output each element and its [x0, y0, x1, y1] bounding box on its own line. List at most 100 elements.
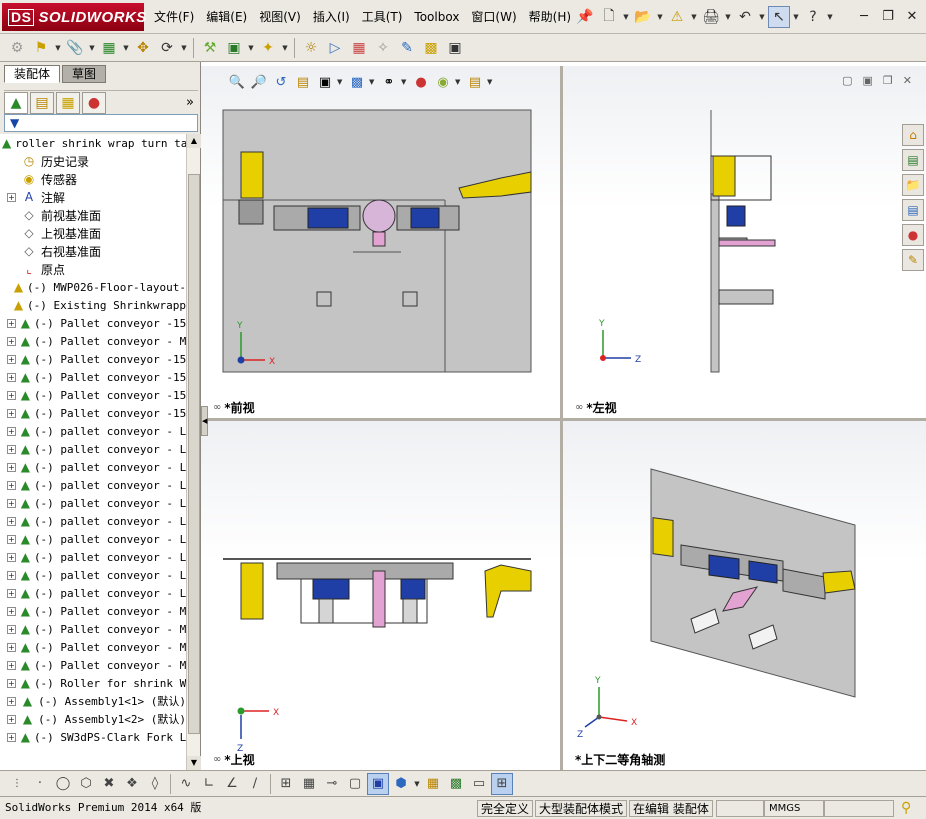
- tree-item[interactable]: + ▲ (-) pallet conveyor - Lo: [0, 584, 186, 602]
- trim-icon[interactable]: ✖: [98, 773, 120, 795]
- property-manager-icon[interactable]: ▤: [30, 91, 54, 114]
- construction-line-icon[interactable]: ∕: [244, 773, 266, 795]
- chevron-down-icon[interactable]: ▼: [622, 6, 630, 28]
- tree-root[interactable]: ▲ roller shrink wrap turn tab: [0, 134, 186, 152]
- select-arrow-icon[interactable]: ↖: [768, 6, 790, 28]
- tree-item[interactable]: + ▲ (-) Pallet conveyor -156: [0, 350, 186, 368]
- status-units[interactable]: MMGS: [764, 800, 824, 817]
- display-manager-icon[interactable]: ●: [82, 91, 106, 114]
- expand-icon[interactable]: +: [7, 408, 16, 418]
- snapshot-icon[interactable]: ▣: [444, 37, 466, 59]
- chevron-down-icon[interactable]: ▼: [180, 37, 188, 59]
- close-icon[interactable]: ✕: [904, 8, 920, 24]
- viewport-left[interactable]: Z Y ∞ *左视 ▢ ▣ ❐ ✕: [563, 66, 926, 418]
- mate-icon[interactable]: 📎: [64, 37, 86, 59]
- restore-icon[interactable]: ❐: [880, 8, 896, 24]
- expand-icon[interactable]: +: [7, 552, 16, 562]
- tree-item[interactable]: + ▲ (-) Pallet conveyor - Mo: [0, 620, 186, 638]
- expand-icon[interactable]: +: [7, 642, 16, 652]
- scroll-thumb[interactable]: [188, 174, 200, 734]
- tree-item[interactable]: + ▲ (-) Pallet conveyor -156: [0, 314, 186, 332]
- tree-item[interactable]: + ▲ (-) pallet conveyor - Lo: [0, 440, 186, 458]
- menu-toolbox[interactable]: Toolbox: [408, 6, 465, 28]
- expand-icon[interactable]: +: [7, 714, 16, 724]
- quick-tips-icon[interactable]: ⚲: [898, 800, 914, 817]
- tree-item[interactable]: + ▲ (-) Pallet conveyor - Mo: [0, 656, 186, 674]
- zoom-to-fit-icon[interactable]: 🔍: [227, 72, 247, 92]
- solidworks-logo[interactable]: DS SOLIDWORKS: [2, 3, 146, 31]
- panel-collapse-handle[interactable]: ◀: [201, 406, 208, 436]
- print-icon[interactable]: 🖨: [700, 6, 722, 28]
- menu-insert[interactable]: 插入(I): [307, 6, 356, 28]
- chevron-down-icon[interactable]: ▼: [758, 6, 766, 28]
- insert-components-icon[interactable]: ⚙: [6, 37, 28, 59]
- expand-icon[interactable]: +: [7, 498, 16, 508]
- circle-icon[interactable]: ◯: [52, 773, 74, 795]
- viewport-top[interactable]: X Z ∞ *上视: [201, 421, 560, 770]
- appearances-icon[interactable]: ●: [902, 224, 924, 246]
- viewport-front[interactable]: X Y ∞ *前视 🔍 🔎 ↺ ▤ ▣ ▼ ▩ ▼ ⚭ ▼ ● ◉ ▼ ▤ ▼: [201, 66, 560, 418]
- tree-item[interactable]: + ▲ (-) SW3dPS-Clark Fork Li: [0, 728, 186, 746]
- tree-item[interactable]: + ▲ (-) pallet conveyor - Lo: [0, 512, 186, 530]
- tree-item[interactable]: + ▲ (-) Pallet conveyor -156: [0, 404, 186, 422]
- chevron-down-icon[interactable]: ▼: [413, 773, 421, 795]
- chevron-down-icon[interactable]: ▼: [487, 78, 495, 86]
- expand-icon[interactable]: +: [7, 660, 16, 670]
- tab-sketch[interactable]: 草图: [62, 65, 107, 83]
- tree-item[interactable]: + A 注解: [0, 188, 186, 206]
- menu-tools[interactable]: 工具(T): [356, 6, 409, 28]
- mirror-icon[interactable]: ❖: [121, 773, 143, 795]
- linear-pattern-icon[interactable]: ▦: [98, 37, 120, 59]
- link-views-icon[interactable]: ∞: [213, 754, 221, 765]
- expand-icon[interactable]: +: [7, 390, 16, 400]
- scroll-down-icon[interactable]: ▼: [187, 756, 201, 770]
- chevron-down-icon[interactable]: ▼: [401, 78, 409, 86]
- feature-manager-icon[interactable]: ▲: [4, 91, 28, 114]
- assembly-features-icon[interactable]: ✦: [257, 37, 279, 59]
- tree-item[interactable]: + ▲ (-) Roller for shrink Wr: [0, 674, 186, 692]
- expand-icon[interactable]: +: [7, 426, 16, 436]
- expand-icon[interactable]: +: [7, 516, 16, 526]
- reference-geometry-icon[interactable]: ☼: [300, 37, 322, 59]
- menu-view[interactable]: 视图(V): [253, 6, 307, 28]
- design-library-icon[interactable]: ▤: [902, 149, 924, 171]
- bill-of-materials-icon[interactable]: ▦: [348, 37, 370, 59]
- viewport-restore-icon[interactable]: ❐: [883, 74, 893, 87]
- expand-icon[interactable]: +: [7, 732, 16, 742]
- link-views-icon[interactable]: ∞: [575, 402, 583, 413]
- chevron-down-icon[interactable]: ▼: [54, 37, 62, 59]
- expand-icon[interactable]: +: [7, 606, 16, 616]
- tree-item[interactable]: + ▲ (-) Assembly1<2> (默认): [0, 710, 186, 728]
- expand-icon[interactable]: +: [7, 480, 16, 490]
- tree-item[interactable]: ◉ 传感器: [0, 170, 186, 188]
- undo-icon[interactable]: ↶: [734, 6, 756, 28]
- appearance-icon[interactable]: ▩: [445, 773, 467, 795]
- chevron-down-icon[interactable]: ▼: [455, 78, 463, 86]
- rebuild-warning-icon[interactable]: ⚠: [666, 6, 688, 28]
- expand-icon[interactable]: +: [7, 588, 16, 598]
- view-palette-icon[interactable]: ▤: [902, 199, 924, 221]
- pin-icon[interactable]: 📌: [574, 6, 596, 28]
- show-hidden-icon[interactable]: ▣: [223, 37, 245, 59]
- tree-item[interactable]: ▲ (-) MWP026-Floor-layout-: [0, 278, 186, 296]
- expand-icon[interactable]: +: [7, 192, 16, 202]
- exploded-view-icon[interactable]: ✧: [372, 37, 394, 59]
- link-views-icon[interactable]: ∞: [213, 402, 221, 413]
- offset-icon[interactable]: ◊: [144, 773, 166, 795]
- tree-item[interactable]: ▲ (-) Existing Shrinkwrapp: [0, 296, 186, 314]
- help-question-icon[interactable]: ?: [802, 6, 824, 28]
- viewport-close-icon[interactable]: ✕: [903, 74, 912, 87]
- tree-item[interactable]: + ▲ (-) pallet conveyor - Lo: [0, 530, 186, 548]
- chevron-down-icon[interactable]: ▼: [826, 6, 834, 28]
- graphics-area[interactable]: X Y ∞ *前视 🔍 🔎 ↺ ▤ ▣ ▼ ▩ ▼ ⚭ ▼ ● ◉ ▼ ▤ ▼: [201, 62, 926, 770]
- expand-icon[interactable]: +: [7, 354, 16, 364]
- chevron-down-icon[interactable]: ▼: [247, 37, 255, 59]
- expand-icon[interactable]: +: [7, 624, 16, 634]
- file-explorer-icon[interactable]: 📁: [902, 174, 924, 196]
- panel-more-button[interactable]: »: [186, 95, 198, 110]
- polygon-icon[interactable]: ⬡: [75, 773, 97, 795]
- tree-filter-field[interactable]: ▼: [4, 114, 198, 132]
- new-part-icon[interactable]: ⚑: [30, 37, 52, 59]
- tree-item[interactable]: ◇ 前视基准面: [0, 206, 186, 224]
- previous-view-icon[interactable]: ↺: [271, 72, 291, 92]
